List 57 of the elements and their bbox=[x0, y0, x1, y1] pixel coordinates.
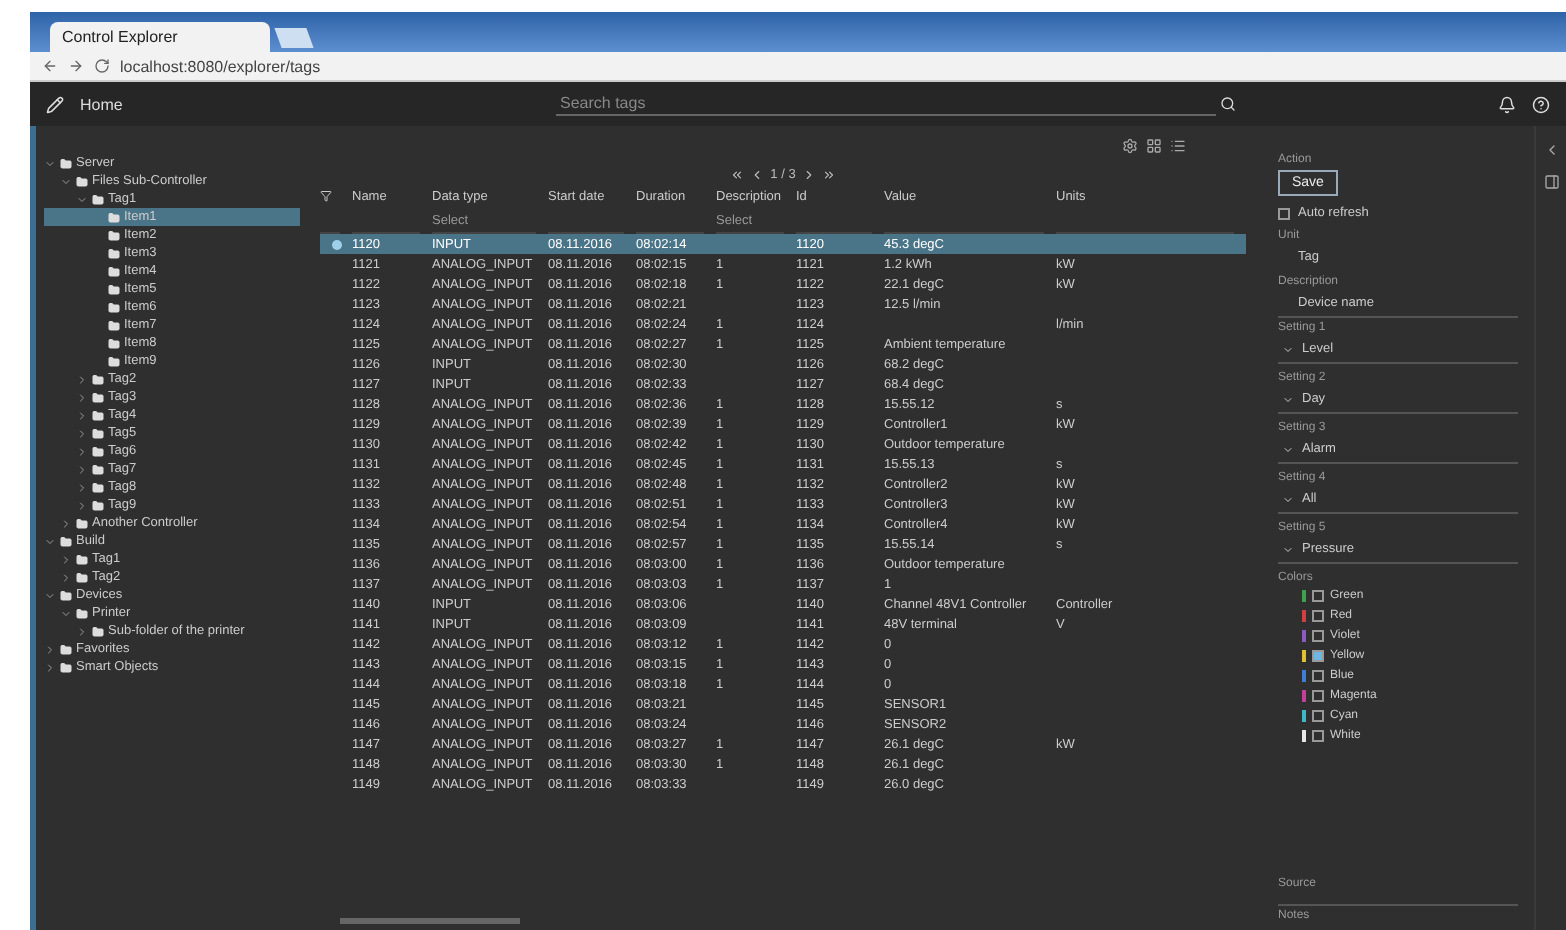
folder-icon bbox=[108, 301, 120, 313]
last-page-icon[interactable] bbox=[821, 168, 836, 182]
folder-icon bbox=[76, 607, 88, 619]
folder-icon bbox=[60, 589, 72, 601]
row-dot bbox=[331, 239, 341, 249]
folder-icon bbox=[92, 499, 104, 511]
folder-icon bbox=[108, 211, 120, 223]
folder-icon bbox=[92, 463, 104, 475]
folder-icon bbox=[60, 661, 72, 673]
caret-icon[interactable] bbox=[1282, 343, 1294, 355]
settings-icon[interactable] bbox=[1122, 138, 1138, 154]
folder-icon bbox=[108, 229, 120, 241]
new-tab-button[interactable] bbox=[274, 28, 314, 48]
next-page-icon[interactable] bbox=[801, 168, 816, 182]
browser-tab[interactable]: Control Explorer bbox=[50, 22, 270, 52]
folder-icon bbox=[92, 391, 104, 403]
folder-icon bbox=[76, 553, 88, 565]
folder-icon bbox=[108, 337, 120, 349]
caret-icon[interactable] bbox=[1282, 543, 1294, 555]
bell-icon[interactable] bbox=[1498, 95, 1516, 113]
back-icon[interactable] bbox=[42, 58, 58, 74]
folder-icon bbox=[92, 625, 104, 637]
forward-icon[interactable] bbox=[68, 58, 84, 74]
search-icon[interactable] bbox=[1220, 96, 1236, 112]
folder-icon bbox=[60, 157, 72, 169]
panel-icon[interactable] bbox=[1543, 174, 1559, 190]
folder-icon bbox=[108, 283, 120, 295]
folder-icon bbox=[92, 193, 104, 205]
folder-icon bbox=[76, 571, 88, 583]
folder-icon bbox=[92, 373, 104, 385]
app-title: Home bbox=[80, 95, 125, 113]
help-icon[interactable] bbox=[1532, 95, 1550, 113]
address-field[interactable]: localhost:8080/explorer/tags bbox=[120, 57, 321, 75]
folder-icon bbox=[92, 445, 104, 457]
first-page-icon[interactable] bbox=[730, 168, 745, 182]
folder-icon bbox=[60, 643, 72, 655]
folder-icon bbox=[76, 517, 88, 529]
folder-icon bbox=[108, 247, 120, 259]
search-field[interactable]: Search tags bbox=[556, 92, 1216, 116]
folder-icon bbox=[92, 409, 104, 421]
folder-icon bbox=[108, 355, 120, 367]
folder-icon bbox=[76, 175, 88, 187]
folder-icon bbox=[108, 319, 120, 331]
grid-view-icon[interactable] bbox=[1146, 138, 1162, 154]
folder-icon bbox=[92, 481, 104, 493]
caret-icon[interactable] bbox=[1282, 493, 1294, 505]
caret-icon[interactable] bbox=[1282, 393, 1294, 405]
previous-page-icon[interactable] bbox=[750, 168, 765, 182]
filter-icon[interactable] bbox=[320, 190, 332, 202]
pencil-icon[interactable] bbox=[46, 95, 64, 113]
folder-icon bbox=[92, 427, 104, 439]
folder-icon bbox=[60, 535, 72, 547]
scrollbar-thumb[interactable] bbox=[340, 918, 520, 924]
caret-icon[interactable] bbox=[1282, 443, 1294, 455]
list-view-icon[interactable] bbox=[1170, 138, 1186, 154]
folder-icon bbox=[108, 265, 120, 277]
reload-icon[interactable] bbox=[94, 58, 110, 74]
